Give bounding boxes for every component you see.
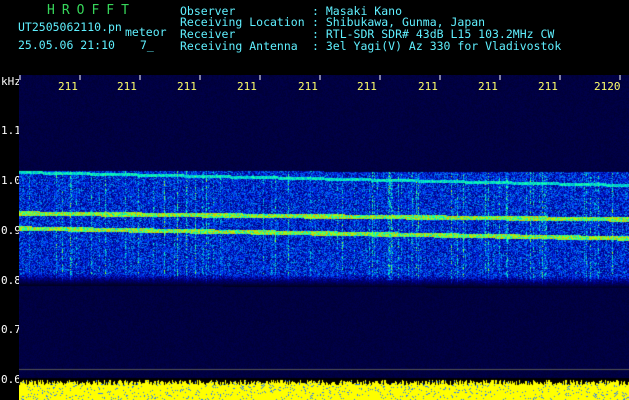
echo-count: 7_ [140, 38, 154, 52]
time-label: 211 [177, 80, 197, 93]
time-label: 211 [298, 80, 318, 93]
time-label: 211 [117, 80, 137, 93]
hrofft-window: HROFFT UT2505062110.pn meteor 25.05.06 2… [0, 0, 629, 400]
antenna-value: : 3el Yagi(V) Az 330 for Vladivostok [312, 39, 562, 53]
time-label: 211 [58, 80, 78, 93]
filename: UT2505062110.pn [18, 20, 122, 34]
time-label: 211 [237, 80, 257, 93]
spectrogram [19, 75, 629, 400]
ylabel-0-8: 0.8 [1, 274, 21, 287]
datetime: 25.05.06 21:10 [18, 38, 115, 52]
time-label: 211 [418, 80, 438, 93]
time-label: 211 [357, 80, 377, 93]
antenna-label: Receiving Antenna [180, 39, 298, 53]
ylabel-1-0: 1.0 [1, 174, 21, 187]
time-label: 211 [538, 80, 558, 93]
mode-label: meteor [125, 25, 167, 39]
time-label: 2120 [594, 80, 621, 93]
app-brand: HROFFT [47, 3, 136, 18]
time-label: 211 [478, 80, 498, 93]
ylabel-1-1: 1.1 [1, 124, 21, 137]
yaxis-unit: kHz [1, 75, 21, 88]
ylabel-0-9: 0.9 [1, 224, 21, 237]
ylabel-0-6: 0.6 [1, 373, 21, 386]
spectrogram-canvas [19, 75, 629, 400]
ylabel-0-7: 0.7 [1, 323, 21, 336]
